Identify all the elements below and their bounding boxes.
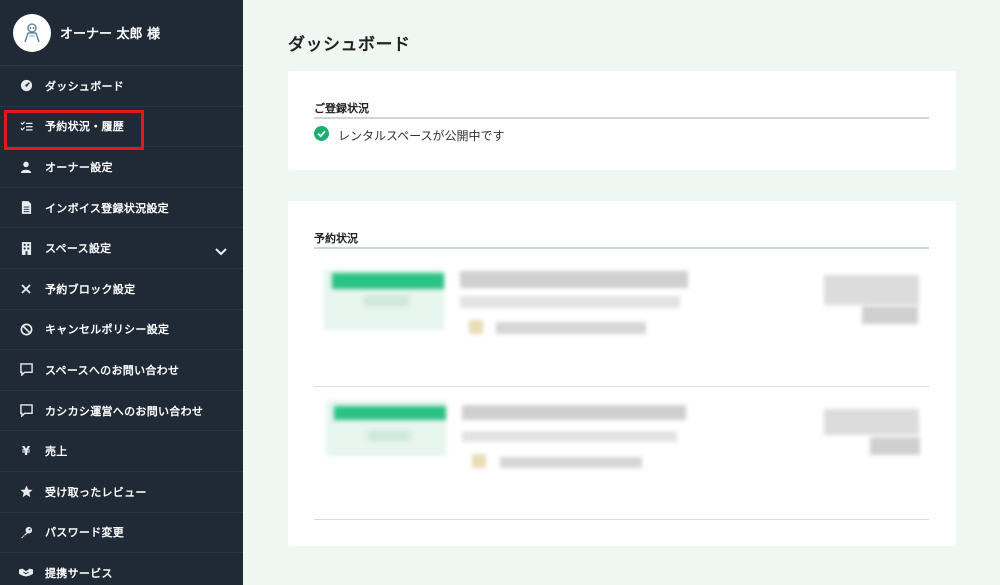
sidebar-item-label: カシカシ運営へのお問い合わせ — [45, 404, 204, 418]
sidebar-item-reviews[interactable]: 受け取ったレビュー — [0, 472, 243, 513]
reservation-price-blurred — [824, 409, 919, 435]
sidebar-item-reservations[interactable]: 予約状況・履歴 — [0, 107, 243, 148]
chevron-down-icon[interactable] — [215, 241, 227, 260]
sidebar-item-dashboard[interactable]: ダッシュボード — [0, 66, 243, 107]
reservation-amount-blurred — [870, 437, 920, 455]
avatar-illustration-icon — [24, 22, 40, 42]
reservation-item[interactable] — [314, 397, 929, 531]
sidebar-item-owner-settings[interactable]: オーナー設定 — [0, 147, 243, 188]
reservation-divider — [314, 519, 929, 520]
avatar — [13, 13, 51, 52]
ban-icon — [19, 322, 33, 336]
sidebar-item-password[interactable]: パスワード変更 — [0, 513, 243, 554]
sidebar-item-invoice-settings[interactable]: インボイス登録状況設定 — [0, 188, 243, 229]
reservation-title-blurred — [462, 405, 686, 420]
sidebar-item-reservation-block[interactable]: 予約ブロック設定 — [0, 269, 243, 310]
section-divider — [314, 247, 929, 249]
user-header[interactable]: オーナー 太郎 様 — [0, 0, 243, 66]
chat-icon — [19, 404, 33, 418]
next-section-heading-partial — [288, 574, 294, 585]
sidebar-item-label: 売上 — [45, 445, 68, 459]
reservation-subtitle-blurred — [460, 296, 680, 308]
reservation-divider — [314, 386, 929, 387]
sidebar-item-label: ダッシュボード — [45, 79, 125, 93]
sidebar-item-partner-services[interactable]: 提携サービス — [0, 553, 243, 585]
reservation-item[interactable] — [314, 263, 929, 397]
reservation-label-blurred — [364, 296, 409, 306]
reservation-datetime-blurred — [500, 457, 642, 468]
check-circle-icon — [314, 126, 329, 145]
section-divider — [314, 117, 929, 119]
user-name: オーナー 太郎 様 — [60, 27, 161, 42]
sidebar-item-label: オーナー設定 — [45, 160, 113, 174]
reservation-status-bar-blurred — [332, 273, 444, 289]
star-icon — [19, 485, 33, 499]
sidebar-item-label: スペースへのお問い合わせ — [45, 363, 180, 377]
reservation-status-title: 予約状況 — [314, 232, 358, 245]
key-icon — [19, 525, 33, 539]
reservation-label-blurred — [368, 431, 410, 441]
sidebar-item-operator-inquiries[interactable]: カシカシ運営へのお問い合わせ — [0, 391, 243, 432]
reservation-price-blurred — [824, 275, 919, 305]
dashboard-icon — [19, 79, 33, 93]
sidebar-item-label: 予約ブロック設定 — [45, 282, 136, 296]
checklist-icon — [19, 119, 33, 133]
close-icon — [19, 282, 33, 296]
registration-status-card: ご登録状況 レンタルスペースが公開中です — [288, 71, 956, 170]
sidebar-item-label: インボイス登録状況設定 — [45, 201, 169, 215]
sidebar-item-space-settings[interactable]: スペース設定 — [0, 228, 243, 269]
registration-status-text: レンタルスペースが公開中です — [338, 129, 505, 143]
sidebar-item-label: 提携サービス — [45, 566, 113, 580]
sidebar-item-label: パスワード変更 — [45, 526, 125, 540]
sidebar-item-label: 予約状況・履歴 — [45, 120, 125, 134]
sidebar-item-label: スペース設定 — [45, 242, 112, 256]
reservation-icon-blurred — [472, 454, 486, 468]
sidebar-item-space-inquiries[interactable]: スペースへのお問い合わせ — [0, 350, 243, 391]
sidebar-item-sales[interactable]: ¥ 売上 — [0, 431, 243, 472]
building-icon — [19, 241, 33, 255]
handshake-icon — [19, 566, 33, 580]
sidebar: オーナー 太郎 様 ダッシュボード 予約状況・履歴 オーナー設定 インボイス登録… — [0, 0, 243, 585]
reservation-title-blurred — [460, 271, 688, 288]
person-icon — [19, 160, 33, 174]
reservation-datetime-blurred — [496, 322, 646, 334]
sidebar-item-cancel-policy[interactable]: キャンセルポリシー設定 — [0, 310, 243, 351]
reservation-status-card: 予約状況 — [288, 201, 956, 546]
yen-icon: ¥ — [21, 444, 31, 459]
sidebar-item-label: 受け取ったレビュー — [45, 485, 147, 499]
document-icon — [19, 201, 33, 215]
sidebar-item-label: キャンセルポリシー設定 — [45, 323, 170, 337]
reservation-status-bar-blurred — [334, 406, 446, 420]
reservation-amount-blurred — [862, 306, 918, 324]
registration-status-title: ご登録状況 — [314, 102, 369, 115]
chat-icon — [19, 363, 33, 377]
reservation-subtitle-blurred — [462, 431, 677, 442]
page-title: ダッシュボード — [288, 35, 411, 55]
reservation-icon-blurred — [469, 320, 483, 334]
registration-status-row: レンタルスペースが公開中です — [314, 126, 505, 145]
